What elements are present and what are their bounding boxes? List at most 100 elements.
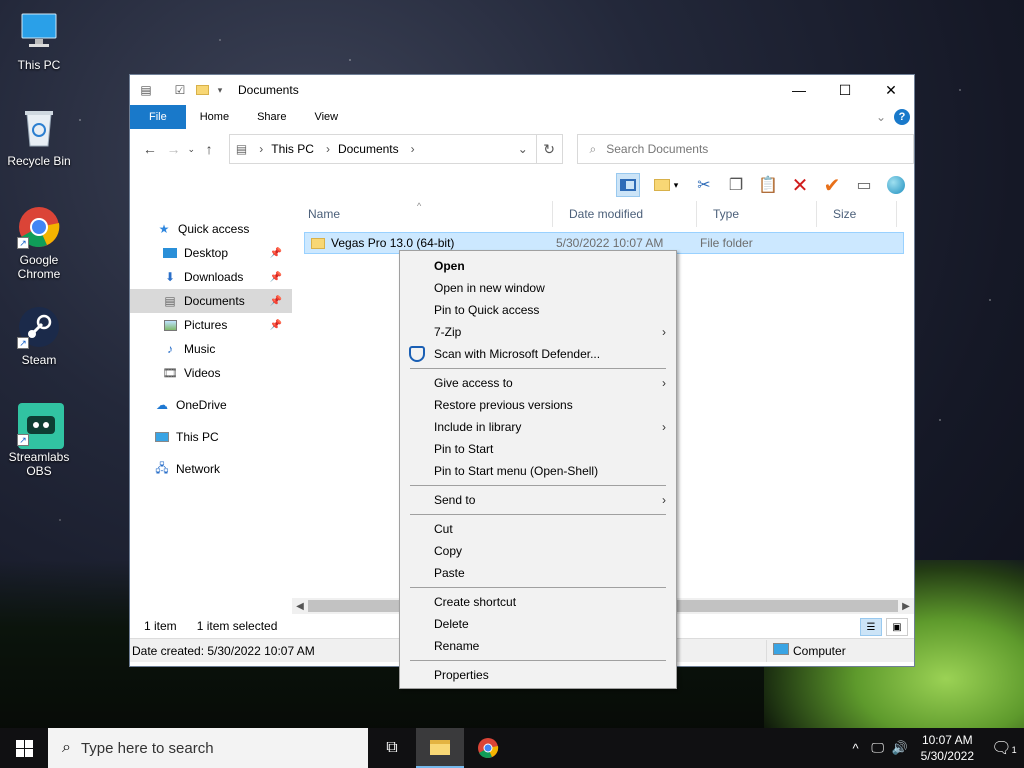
scroll-left-icon[interactable]: ◀ <box>292 601 308 612</box>
monitor-icon <box>154 429 170 445</box>
chrome-icon: ↗ <box>17 205 61 249</box>
desktop-icon-this-pc[interactable]: This PC <box>4 10 74 72</box>
breadcrumb-this-pc[interactable]: This PC <box>271 142 314 156</box>
menu-separator <box>410 368 666 369</box>
new-folder-icon[interactable] <box>194 82 210 98</box>
nav-item-this-pc[interactable]: This PC <box>130 425 292 449</box>
file-explorer-taskbar-icon[interactable] <box>416 728 464 768</box>
recent-locations-button[interactable]: ⌄ <box>185 144 197 155</box>
nav-item-quick-access[interactable]: ★ Quick access <box>130 217 292 241</box>
menu-item-rename[interactable]: Rename <box>400 635 676 657</box>
menu-item-create-shortcut[interactable]: Create shortcut <box>400 591 676 613</box>
select-checkmark-icon[interactable]: ✔ <box>820 173 844 197</box>
minimize-button[interactable]: — <box>776 75 822 105</box>
close-button[interactable]: ✕ <box>868 75 914 105</box>
streamlabs-icon: ↗ <box>17 402 64 449</box>
menu-item-pin-start[interactable]: Pin to Start <box>400 438 676 460</box>
column-size[interactable]: Size <box>817 201 897 227</box>
customize-qat-icon[interactable]: ▾ <box>212 82 228 98</box>
maximize-button[interactable]: ☐ <box>822 75 868 105</box>
menu-item-open[interactable]: Open <box>400 255 676 277</box>
address-bar[interactable]: ▤ › This PC › Documents › ⌄ <box>228 134 537 164</box>
menu-item-give-access[interactable]: Give access to › <box>400 372 676 394</box>
forward-button[interactable]: → <box>162 141 186 157</box>
search-input[interactable]: ⌕ Search Documents <box>576 134 915 164</box>
properties-icon[interactable]: ▤ <box>138 82 154 98</box>
chrome-taskbar-icon[interactable] <box>464 728 512 768</box>
menu-item-cut[interactable]: Cut <box>400 518 676 540</box>
large-icons-view-icon[interactable]: ▣ <box>886 618 908 636</box>
search-icon: ⌕ <box>62 739 71 756</box>
date-created: Date created: 5/30/2022 10:07 AM <box>132 643 315 658</box>
paste-icon[interactable]: 📋 <box>756 173 780 197</box>
pin-icon[interactable]: 📌 <box>270 248 282 259</box>
action-center-icon[interactable]: 🗨1 <box>984 738 1024 758</box>
network-status-icon[interactable]: 🖵 <box>867 740 889 756</box>
menu-item-copy[interactable]: Copy <box>400 540 676 562</box>
nav-item-music[interactable]: ♪ Music <box>130 337 292 361</box>
pin-icon[interactable]: 📌 <box>270 320 282 331</box>
help-icon[interactable]: ? <box>894 109 910 125</box>
pin-icon[interactable]: 📌 <box>270 296 282 307</box>
cut-icon[interactable]: ✂ <box>692 173 716 197</box>
start-button[interactable] <box>0 728 48 768</box>
desktop-icon-streamlabs[interactable]: ↗ Streamlabs OBS <box>4 402 74 478</box>
chevron-right-icon[interactable]: › <box>411 142 415 156</box>
menu-item-pin-quick-access[interactable]: Pin to Quick access <box>400 299 676 321</box>
chevron-right-icon[interactable]: › <box>259 142 263 156</box>
nav-label: Quick access <box>178 222 250 236</box>
menu-item-scan-defender[interactable]: Scan with Microsoft Defender... <box>400 343 676 365</box>
chevron-right-icon[interactable]: › <box>326 142 330 156</box>
menu-item-restore-versions[interactable]: Restore previous versions <box>400 394 676 416</box>
up-button[interactable]: ↑ <box>197 141 221 157</box>
column-label: Type <box>713 207 740 221</box>
rename-icon[interactable]: ▭ <box>852 173 876 197</box>
menu-item-open-new-window[interactable]: Open in new window <box>400 277 676 299</box>
refresh-button[interactable]: ↻ <box>536 134 563 164</box>
menu-item-send-to[interactable]: Send to › <box>400 489 676 511</box>
nav-item-documents[interactable]: ▤ Documents 📌 <box>130 289 292 313</box>
delete-icon[interactable]: ✕ <box>788 173 812 197</box>
breadcrumb-documents[interactable]: Documents <box>338 142 399 156</box>
nav-item-downloads[interactable]: ⬇ Downloads 📌 <box>130 265 292 289</box>
nav-item-network[interactable]: 🖧 Network <box>130 457 292 481</box>
desktop-icon-steam[interactable]: ↗ Steam <box>4 305 74 367</box>
menu-item-paste[interactable]: Paste <box>400 562 676 584</box>
nav-item-desktop[interactable]: Desktop 📌 <box>130 241 292 265</box>
scroll-right-icon[interactable]: ▶ <box>898 601 914 612</box>
copy-icon[interactable]: ❐ <box>724 173 748 197</box>
pin-icon[interactable]: 📌 <box>270 272 282 283</box>
column-date-modified[interactable]: Date modified <box>553 201 697 227</box>
nav-item-videos[interactable]: 🎞 Videos <box>130 361 292 385</box>
nav-item-pictures[interactable]: Pictures 📌 <box>130 313 292 337</box>
column-type[interactable]: Type <box>697 201 817 227</box>
tab-home[interactable]: Home <box>186 105 243 129</box>
show-hidden-icons-icon[interactable]: ^ <box>845 741 867 756</box>
music-note-icon: ♪ <box>167 342 173 356</box>
desktop-icon-recycle-bin[interactable]: Recycle Bin <box>4 106 74 168</box>
nav-item-onedrive[interactable]: ☁ OneDrive <box>130 393 292 417</box>
clock[interactable]: 10:07 AM 5/30/2022 <box>911 732 984 764</box>
tab-view[interactable]: View <box>300 105 352 129</box>
menu-item-delete[interactable]: Delete <box>400 613 676 635</box>
internet-globe-icon[interactable] <box>884 173 908 197</box>
taskbar-search-box[interactable]: ⌕ Type here to search <box>48 728 368 768</box>
address-dropdown-icon[interactable]: ⌄ <box>518 142 528 156</box>
desktop-icon-chrome[interactable]: ↗ Google Chrome <box>4 205 74 281</box>
task-view-icon[interactable]: ⧉ <box>368 728 416 768</box>
volume-icon[interactable]: 🔊 <box>889 740 911 756</box>
menu-item-pin-start-openshell[interactable]: Pin to Start menu (Open-Shell) <box>400 460 676 482</box>
back-button[interactable]: ← <box>138 141 162 157</box>
details-view-icon[interactable]: ☰ <box>860 618 882 636</box>
pictures-icon <box>162 317 178 333</box>
new-folder-icon[interactable]: ▾ <box>648 173 684 197</box>
checkmark-icon[interactable]: ☑ <box>172 82 188 98</box>
tab-share[interactable]: Share <box>243 105 300 129</box>
tab-file[interactable]: File <box>130 105 186 129</box>
preview-pane-icon[interactable] <box>616 173 640 197</box>
expand-ribbon-icon[interactable]: ⌄ <box>876 110 886 124</box>
menu-item-properties[interactable]: Properties <box>400 664 676 686</box>
menu-item-7zip[interactable]: 7-Zip › <box>400 321 676 343</box>
menu-item-include-library[interactable]: Include in library › <box>400 416 676 438</box>
column-name[interactable]: Name ^ <box>292 201 553 227</box>
